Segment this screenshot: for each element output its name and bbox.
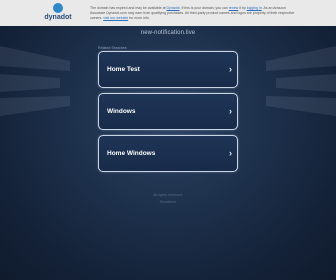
dynadot-logo[interactable]: dynadot bbox=[38, 2, 78, 23]
expired-domain-notice: The domain has expired and may be availa… bbox=[90, 6, 300, 21]
background-decoration-right bbox=[266, 46, 336, 116]
chevron-right-icon: › bbox=[229, 106, 232, 116]
notice-text-3: it by bbox=[239, 6, 246, 10]
notice-link-renew[interactable]: renew bbox=[229, 6, 239, 10]
notice-text: The domain has expired and may be availa… bbox=[90, 6, 166, 10]
related-link-label: Home Test bbox=[107, 66, 140, 73]
related-searches-label: Related Searches bbox=[98, 46, 127, 50]
notice-link-dynadot[interactable]: Dynadot bbox=[166, 6, 179, 10]
chevron-right-icon: › bbox=[229, 148, 232, 158]
footer-copyright: All rights reserved. bbox=[153, 193, 183, 197]
dynadot-logo-icon bbox=[53, 3, 63, 13]
notice-text-2: . If this is your domain, you can bbox=[179, 6, 228, 10]
notice-link-login[interactable]: logging in bbox=[247, 6, 262, 10]
dynadot-logo-text: dynadot bbox=[44, 14, 72, 21]
notice-link-website[interactable]: visit our website bbox=[103, 16, 128, 20]
related-link-label: Windows bbox=[107, 108, 136, 115]
registrar-banner: dynadot The domain has expired and may b… bbox=[0, 0, 336, 26]
footer-disclaimer-link[interactable]: Disclaimer bbox=[0, 200, 336, 204]
background-decoration-left bbox=[0, 46, 70, 116]
related-link-home-windows[interactable]: Home Windows › bbox=[98, 135, 238, 172]
related-link-windows[interactable]: Windows › bbox=[98, 93, 238, 130]
chevron-right-icon: › bbox=[229, 64, 232, 74]
notice-text-5: for more info. bbox=[129, 16, 150, 20]
related-link-home-test[interactable]: Home Test › bbox=[98, 51, 238, 88]
related-link-label: Home Windows bbox=[107, 150, 156, 157]
domain-title: new-notification.live bbox=[140, 30, 196, 36]
